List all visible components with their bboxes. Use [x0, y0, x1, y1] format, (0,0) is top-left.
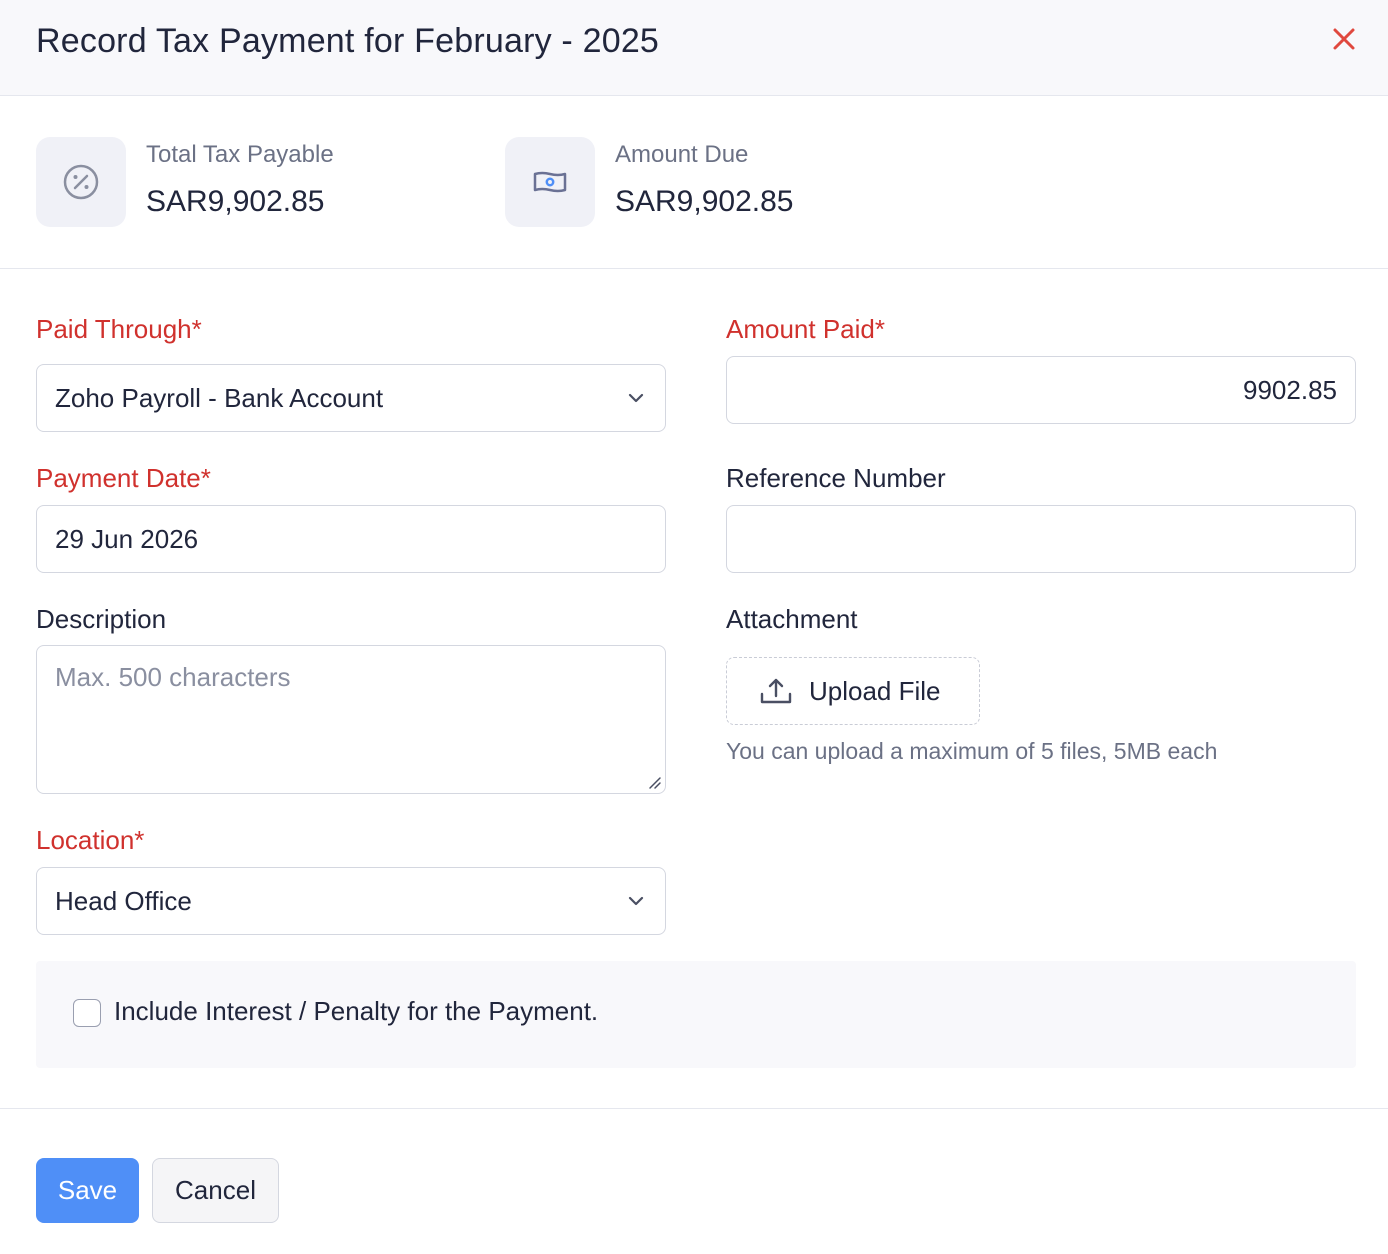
upload-icon [760, 678, 792, 704]
location-select[interactable]: Head Office [36, 867, 666, 935]
payment-date-value: 29 Jun 2026 [55, 523, 199, 554]
resize-grip-icon[interactable] [646, 774, 662, 790]
chevron-down-icon [625, 890, 647, 912]
description-textarea[interactable]: Max. 500 characters [36, 645, 666, 794]
modal-header: Record Tax Payment for February - 2025 [0, 0, 1388, 96]
description-placeholder: Max. 500 characters [55, 662, 291, 692]
upload-hint: You can upload a maximum of 5 files, 5MB… [726, 738, 1218, 764]
total-tax-payable-value: SAR9,902.85 [146, 185, 325, 218]
close-icon [1333, 28, 1355, 50]
save-button[interactable]: Save [36, 1158, 139, 1223]
penalty-label[interactable]: Include Interest / Penalty for the Payme… [114, 996, 598, 1027]
amount-paid-input[interactable]: 9902.85 [726, 356, 1356, 424]
amount-paid-value: 9902.85 [1243, 374, 1337, 405]
amount-due-value: SAR9,902.85 [615, 185, 794, 218]
close-button[interactable] [1328, 24, 1360, 56]
penalty-checkbox[interactable] [73, 999, 101, 1027]
paid-through-label: Paid Through* [36, 314, 202, 344]
payment-date-input[interactable]: 29 Jun 2026 [36, 505, 666, 573]
description-label: Description [36, 604, 167, 634]
location-value: Head Office [55, 885, 192, 916]
upload-file-label: Upload File [809, 675, 941, 706]
reference-number-label: Reference Number [726, 463, 946, 493]
modal-footer: Save Cancel [0, 1108, 1388, 1254]
modal-title: Record Tax Payment for February - 2025 [36, 22, 660, 60]
cancel-button[interactable]: Cancel [152, 1158, 279, 1223]
total-tax-payable-label: Total Tax Payable [146, 141, 334, 168]
paid-through-value: Zoho Payroll - Bank Account [55, 382, 384, 413]
penalty-section: Include Interest / Penalty for the Payme… [36, 961, 1356, 1068]
payment-date-label: Payment Date* [36, 463, 211, 493]
percent-icon [36, 137, 126, 227]
location-label: Location* [36, 825, 145, 855]
upload-file-button[interactable]: Upload File [726, 657, 980, 725]
tax-summary: Total Tax Payable SAR9,902.85 Amount Due… [0, 96, 1388, 269]
amount-due-label: Amount Due [615, 141, 749, 168]
record-tax-payment-modal: Record Tax Payment for February - 2025 T… [0, 0, 1388, 1254]
banknote-icon [505, 137, 595, 227]
amount-paid-label: Amount Paid* [726, 314, 885, 344]
attachment-label: Attachment [726, 604, 858, 634]
reference-number-input[interactable] [726, 505, 1356, 573]
paid-through-select[interactable]: Zoho Payroll - Bank Account [36, 364, 666, 432]
chevron-down-icon [625, 387, 647, 409]
